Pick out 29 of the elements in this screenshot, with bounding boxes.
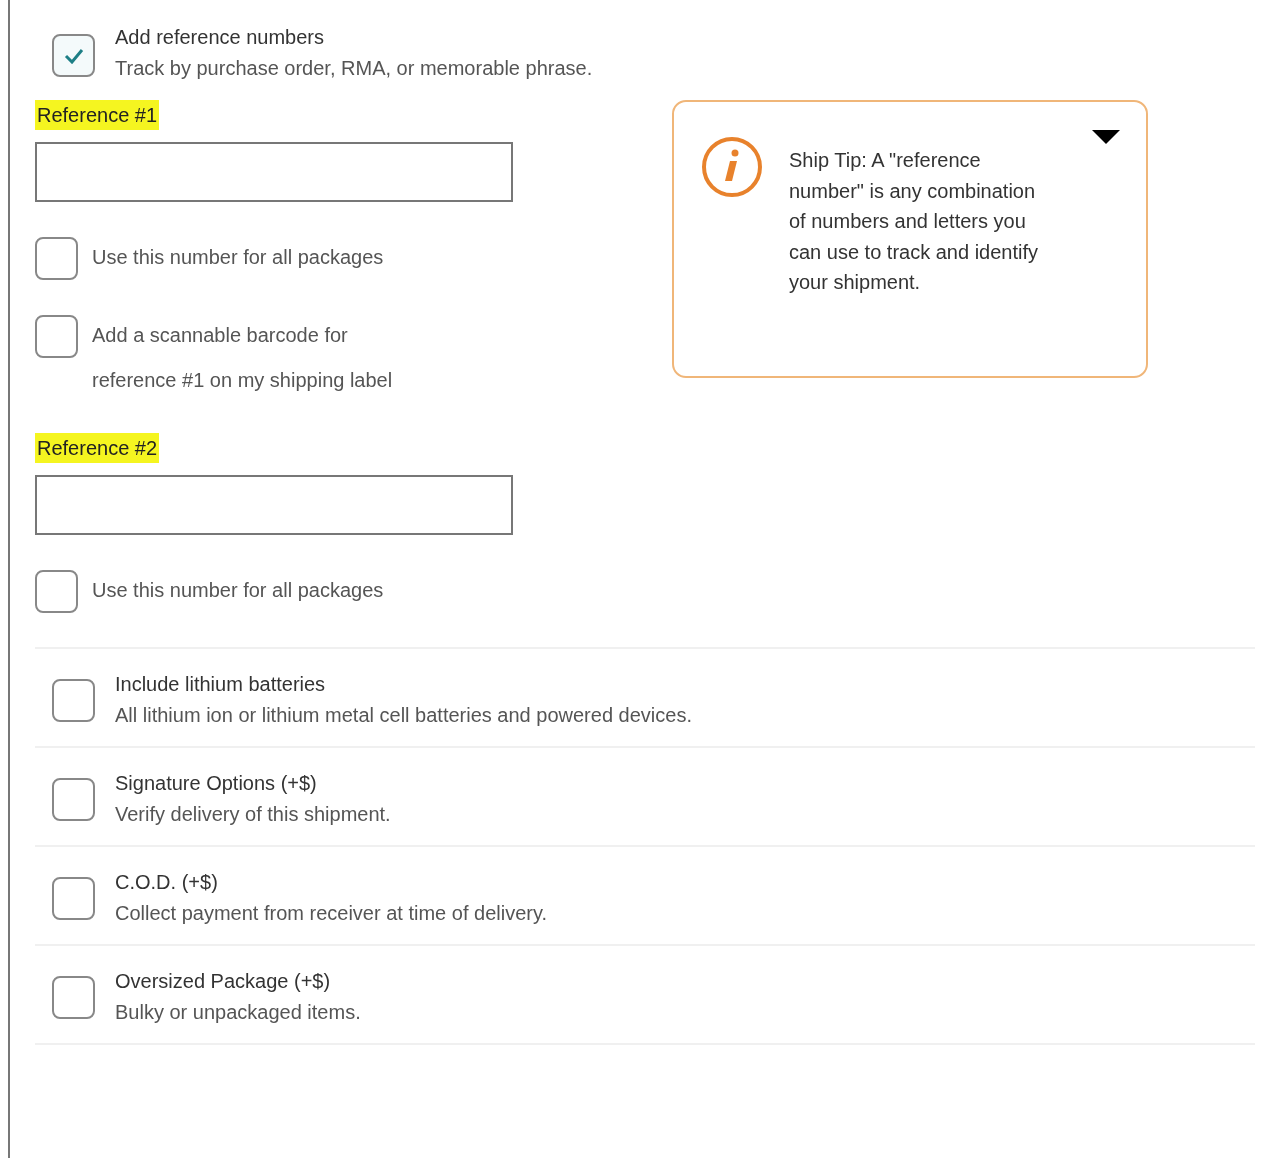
checkbox[interactable]	[35, 237, 78, 280]
option-description: Verify delivery of this shipment.	[115, 802, 391, 827]
checkbox[interactable]	[35, 570, 78, 613]
option-description: Bulky or unpackaged items.	[115, 1000, 361, 1025]
option-title: C.O.D. (+$)	[115, 870, 219, 895]
option-title: Oversized Package (+$)	[115, 969, 332, 994]
checkbox[interactable]	[52, 679, 95, 722]
option-description: Collect payment from receiver at time of delivery.	[115, 901, 547, 926]
input-field[interactable]	[35, 142, 513, 202]
field-label: Reference #2	[35, 433, 160, 463]
tip-text: Ship Tip: A "reference number" is any combination of numbers and letters you can use to track and identify your shipment.	[789, 148, 1040, 295]
checkbox-label: Use this number for all packages	[92, 578, 385, 603]
option-title: Signature Options (+$)	[115, 771, 318, 796]
checkbox-label: Use this number for all packages	[92, 245, 385, 270]
option-description: All lithium ion or lithium metal cell batteries and powered devices.	[115, 703, 692, 728]
checkmark-icon	[63, 47, 84, 64]
checkbox[interactable]	[52, 34, 95, 77]
checkbox[interactable]	[52, 778, 95, 821]
info-icon	[700, 135, 764, 199]
option-description: Track by purchase order, RMA, or memorable phrase.	[115, 56, 593, 81]
option-title: Add reference numbers	[115, 25, 325, 50]
caret-down-icon[interactable]	[1092, 130, 1120, 144]
option-title: Include lithium batteries	[115, 672, 327, 697]
checkbox[interactable]	[52, 976, 95, 1019]
checkbox[interactable]	[52, 877, 95, 920]
field-label: Reference #1	[35, 100, 160, 130]
input-field[interactable]	[35, 475, 513, 535]
checkbox[interactable]	[35, 315, 78, 358]
checkbox-label: Add a scannable barcode for reference #1 on my shipping label	[92, 323, 394, 393]
